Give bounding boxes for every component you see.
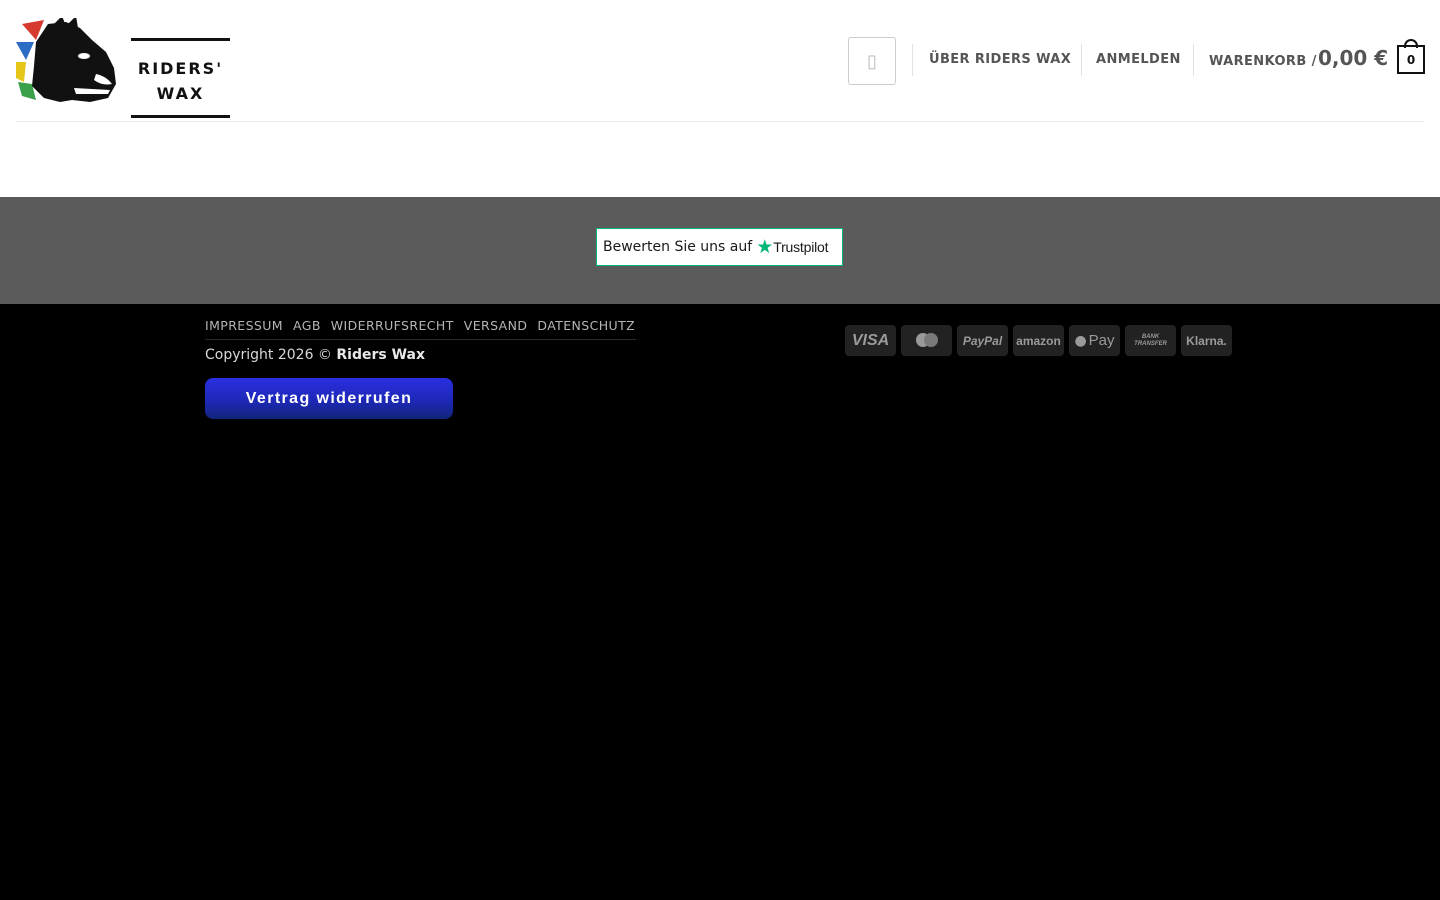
trustpilot-brand: Trustpilot [773, 239, 829, 255]
nav-divider [912, 44, 913, 76]
transfer-label: TRANSFER [1134, 340, 1167, 347]
footer-link-impressum[interactable]: IMPRESSUM [205, 318, 283, 333]
bank-transfer-icon: BANK TRANSFER [1125, 325, 1176, 356]
amazon-label: amazon [1016, 333, 1061, 348]
search-button[interactable]: ▯ [848, 37, 896, 85]
paypal-label: PayPal [962, 333, 1003, 348]
cart-total[interactable]: 0,00 € [1318, 46, 1388, 70]
footer-link-versand[interactable]: VERSAND [464, 318, 528, 333]
logo-line-2: WAX [156, 84, 205, 103]
bank-label: BANK [1141, 333, 1160, 340]
footer-link-datenschutz[interactable]: DATENSCHUTZ [537, 318, 635, 333]
visa-icon: VISA [845, 325, 896, 356]
copyright-owner: Riders Wax [336, 347, 426, 363]
copyright: Copyright 2026 © Riders Wax [205, 347, 425, 363]
trustpilot-text: Bewerten Sie uns auf [603, 239, 753, 255]
trustpilot-review-link[interactable]: Bewerten Sie uns auf ★ Trustpilot [596, 228, 843, 266]
visa-label: VISA [851, 331, 890, 349]
amazon-icon: amazon [1013, 325, 1064, 356]
cart-count-badge[interactable]: 0 [1397, 45, 1425, 74]
trustpilot-star-icon: ★ [756, 235, 774, 258]
header-divider [16, 121, 1424, 122]
site-header: RIDERS' WAX ▯ ÜBER RIDERS WAX ANMELDEN W… [0, 0, 1440, 197]
logo-wordmark: RIDERS' WAX [131, 38, 230, 118]
paypal-icon: PayPal [957, 325, 1008, 356]
revoke-contract-button[interactable]: Vertrag widerrufen [205, 378, 453, 419]
footer-link-agb[interactable]: AGB [293, 318, 321, 333]
apple-pay-label: Pay [1088, 332, 1115, 349]
logo-line-1: RIDERS' [137, 59, 224, 78]
footer-divider [205, 339, 636, 340]
site-logo[interactable]: RIDERS' WAX [14, 18, 230, 118]
copyright-prefix: Copyright 2026 © [205, 347, 332, 363]
footer-links: IMPRESSUM AGB WIDERRUFSRECHT VERSAND DAT… [205, 318, 645, 333]
nav-divider [1081, 44, 1082, 76]
payment-methods: VISA PayPal amazon ● Pay BANK TRANSFER K… [845, 325, 1237, 356]
klarna-label: Klarna. [1186, 333, 1227, 348]
apple-pay-icon: ● Pay [1069, 325, 1120, 356]
nav-login[interactable]: ANMELDEN [1096, 52, 1181, 67]
apple-logo-icon: ● [1074, 332, 1087, 349]
cart-label[interactable]: WARENKORB / [1209, 54, 1317, 69]
mastercard-icon [901, 325, 952, 356]
nav-divider [1193, 44, 1194, 76]
footer-link-widerrufsrecht[interactable]: WIDERRUFSRECHT [331, 318, 454, 333]
horse-logo-icon [16, 18, 116, 102]
nav-about[interactable]: ÜBER RIDERS WAX [929, 52, 1071, 67]
klarna-icon: Klarna. [1181, 325, 1232, 356]
search-icon: ▯ [867, 50, 877, 71]
